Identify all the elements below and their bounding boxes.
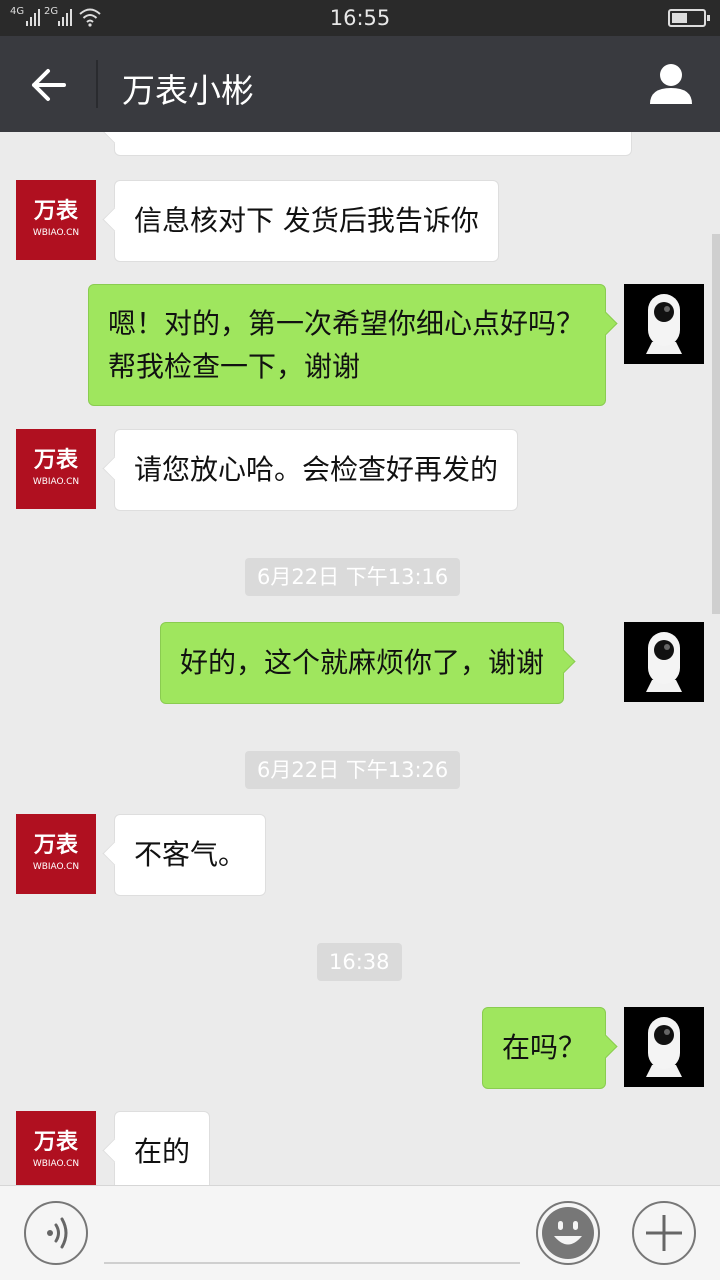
message-bubble-incoming[interactable]: 请您放心哈。会检查好再发的 — [114, 429, 519, 511]
message-bubble-incoming[interactable]: 信息核对下 发货后我告诉你 — [114, 180, 499, 262]
input-bar — [0, 1185, 720, 1280]
voice-icon — [47, 1217, 68, 1249]
shop-avatar[interactable]: 万表 WBIAO.CN — [16, 429, 96, 509]
message-bubble-outgoing[interactable]: 好的，这个就麻烦你了，谢谢 — [160, 622, 565, 704]
person-icon — [650, 64, 692, 104]
timestamp: 16:38 — [317, 943, 402, 981]
plus-icon — [646, 1215, 682, 1251]
battery-level — [672, 13, 687, 23]
shop-avatar[interactable]: 万表 WBIAO.CN — [16, 180, 96, 260]
chat-header: 万表小彬 — [0, 36, 720, 132]
camera-avatar-icon — [646, 1017, 682, 1077]
message-bubble-incoming[interactable]: 不客气。 — [114, 814, 267, 896]
message-input[interactable] — [104, 1206, 520, 1264]
arrow-left-icon — [32, 69, 66, 101]
chat-title: 万表小彬 — [122, 71, 254, 110]
battery-icon — [668, 9, 710, 27]
profile-button[interactable] — [642, 56, 700, 114]
shop-avatar[interactable]: 万表 WBIAO.CN — [16, 1111, 96, 1185]
timestamp: 6月22日 下午13:16 — [245, 558, 461, 596]
message-bubble-outgoing[interactable]: 嗯！对的，第一次希望你细心点好吗？帮我检查一下，谢谢 — [88, 284, 606, 406]
message-bubble-partial[interactable] — [114, 132, 632, 156]
back-button[interactable] — [22, 58, 76, 112]
emoji-button[interactable] — [536, 1201, 600, 1265]
camera-avatar-icon — [646, 632, 682, 692]
scrollbar[interactable] — [712, 234, 720, 614]
clock: 16:55 — [329, 6, 391, 30]
timestamp: 6月22日 下午13:26 — [245, 751, 461, 789]
voice-button[interactable] — [24, 1201, 88, 1265]
my-avatar[interactable] — [624, 622, 704, 702]
smiley-icon — [542, 1207, 594, 1259]
message-bubble-incoming[interactable]: 在的 — [114, 1111, 211, 1185]
more-button[interactable] — [632, 1201, 696, 1265]
message-bubble-outgoing[interactable]: 在吗？ — [481, 1007, 606, 1089]
shop-avatar[interactable]: 万表 WBIAO.CN — [16, 814, 96, 894]
message-list[interactable]: 万表 WBIAO.CN 信息核对下 发货后我告诉你 嗯！对的，第一次希望你细心点… — [0, 132, 720, 1185]
header-divider — [96, 60, 98, 108]
my-avatar[interactable] — [624, 284, 704, 364]
my-avatar[interactable] — [624, 1007, 704, 1087]
camera-avatar-icon — [646, 294, 682, 354]
status-bar: 4G 2G 16:55 — [0, 0, 720, 36]
